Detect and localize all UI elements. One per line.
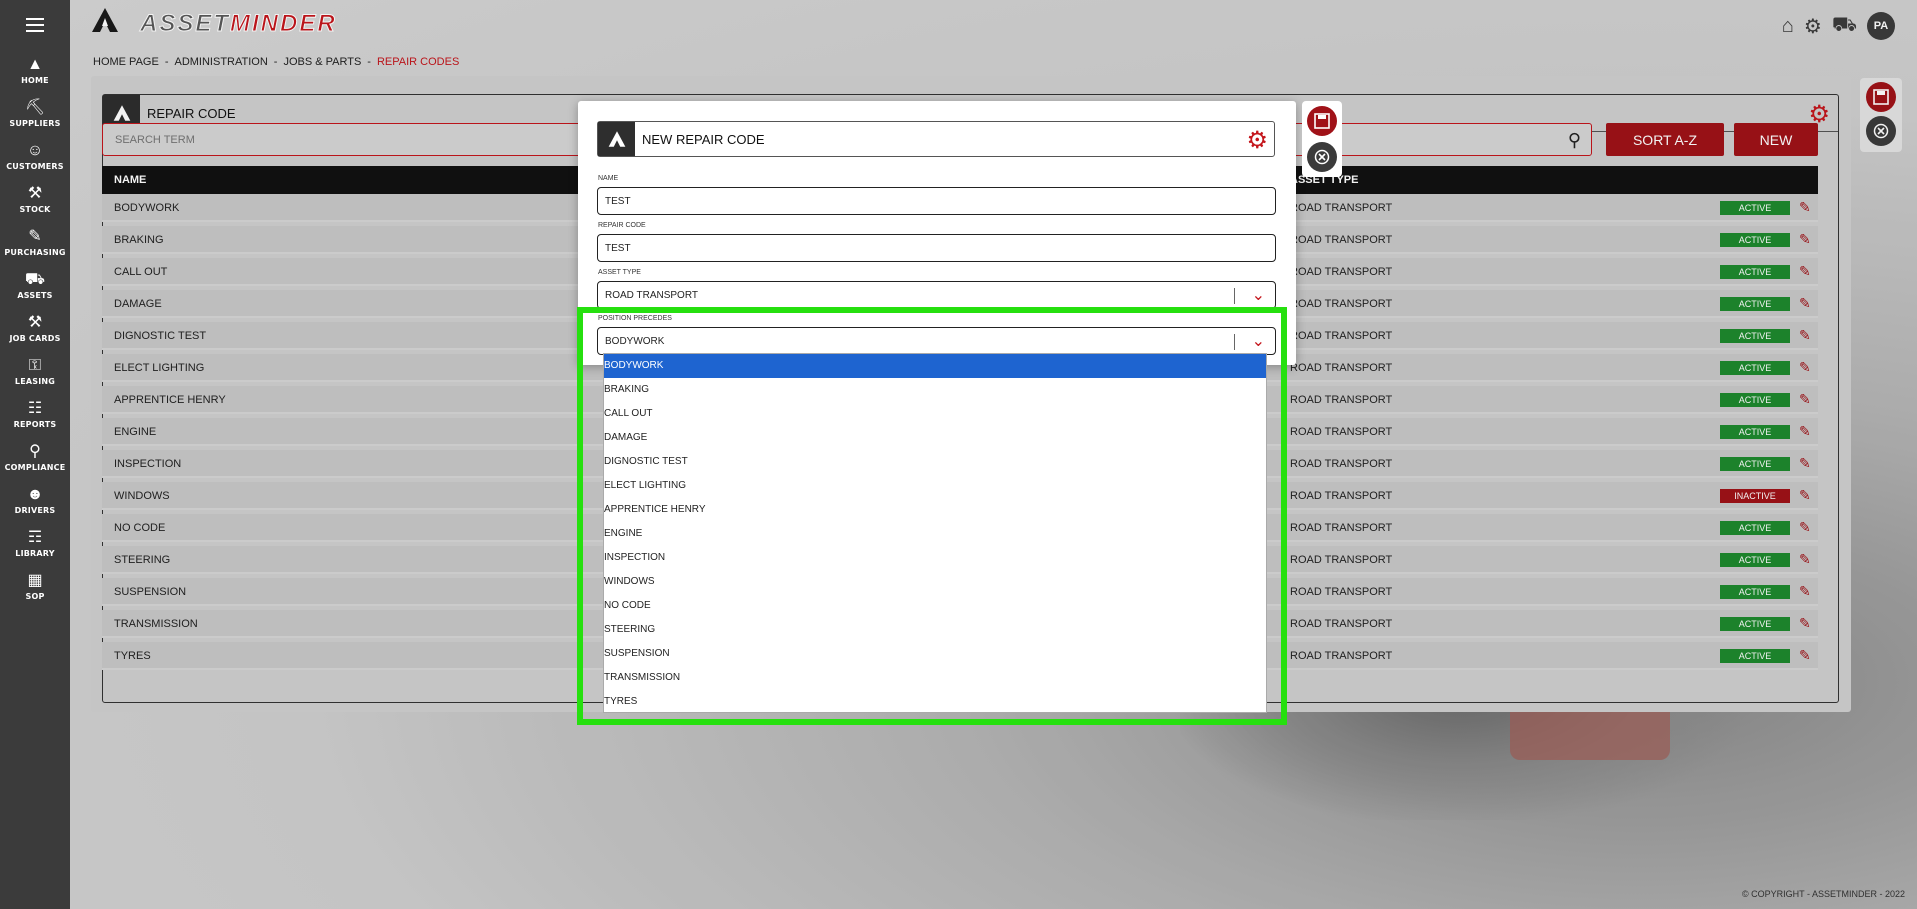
modal-close-icon[interactable] (1307, 142, 1337, 172)
asset-type-label: ASSET TYPE (598, 269, 641, 276)
sidebar-item-stock[interactable]: ⚒ STOCK (0, 185, 70, 214)
purchasing-icon: ✎ (28, 228, 42, 245)
name-field[interactable] (598, 188, 1275, 214)
sidebar-item-customers[interactable]: ☺ CUSTOMERS (0, 142, 70, 171)
repair-code-label: REPAIR CODE (598, 222, 646, 229)
menu-icon[interactable] (26, 18, 44, 32)
sidebar-item-purchasing[interactable]: ✎ PURCHASING (0, 228, 70, 257)
sidebar-item-reports[interactable]: ☷ REPORTS (0, 400, 70, 429)
clipboard-icon: ☷ (27, 400, 43, 417)
sidebar-item-home[interactable]: ▲ HOME (0, 56, 70, 85)
sidebar-item-label: REPORTS (13, 420, 57, 429)
asset-type-select[interactable]: ROAD TRANSPORT ⌄ (597, 281, 1276, 309)
repair-code-field[interactable] (598, 235, 1275, 261)
sidebar-item-job-cards[interactable]: ⚒ JOB CARDS (0, 314, 70, 343)
campfire-icon: ▲ (27, 56, 43, 73)
modal-title: NEW REPAIR CODE (642, 132, 765, 147)
sidebar-item-sop[interactable]: ▦ SOP (0, 572, 70, 601)
sidebar-item-label: SOP (25, 592, 45, 601)
supplier-icon: ⛏ (24, 99, 46, 116)
key-icon: ⚿ (28, 357, 42, 374)
highlight-box (577, 307, 1287, 725)
sidebar-item-label: COMPLIANCE (4, 463, 66, 472)
customers-icon: ☺ (26, 142, 44, 159)
truck-icon: ⛟ (24, 271, 46, 288)
sidebar-item-label: STOCK (19, 205, 51, 214)
sidebar-item-label: LEASING (14, 377, 56, 386)
driver-icon: ☻ (26, 486, 44, 503)
modal-actions (1302, 101, 1342, 177)
asset-type-value: ROAD TRANSPORT (605, 290, 698, 301)
sidebar-item-label: DRIVERS (14, 506, 56, 515)
wrench-icon: ⚒ (27, 314, 43, 331)
select-divider (1234, 288, 1235, 304)
magnifier-icon: ⚲ (29, 443, 41, 460)
sidebar-item-compliance[interactable]: ⚲ COMPLIANCE (0, 443, 70, 472)
sidebar-item-leasing[interactable]: ⚿ LEASING (0, 357, 70, 386)
sidebar-item-label: JOB CARDS (9, 334, 61, 343)
sidebar-item-label: ASSETS (17, 291, 53, 300)
sidebar-item-label: SUPPLIERS (9, 119, 61, 128)
modal-logo-icon (598, 122, 635, 156)
sidebar-item-library[interactable]: ☶ LIBRARY (0, 529, 70, 558)
sidebar-item-label: HOME (21, 76, 49, 85)
sop-icon: ▦ (27, 572, 43, 589)
tools-icon: ⚒ (27, 185, 43, 202)
sidebar-item-assets[interactable]: ⛟ ASSETS (0, 271, 70, 300)
sidebar-item-suppliers[interactable]: ⛏ SUPPLIERS (0, 99, 70, 128)
sidebar-item-drivers[interactable]: ☻ DRIVERS (0, 486, 70, 515)
name-label: NAME (598, 175, 619, 182)
modal-gear-icon[interactable]: ⚙ (1246, 126, 1268, 155)
chevron-down-icon[interactable]: ⌄ (1252, 285, 1265, 305)
modal-header: NEW REPAIR CODE ⚙ (597, 121, 1275, 157)
sidebar-item-label: CUSTOMERS (6, 162, 64, 171)
sidebar-item-label: PURCHASING (4, 248, 66, 257)
book-icon: ☶ (27, 529, 43, 546)
modal-save-icon[interactable] (1307, 106, 1337, 136)
sidebar: ▲ HOME ⛏ SUPPLIERS ☺ CUSTOMERS ⚒ STOCK ✎ PURCHASI… (0, 0, 70, 909)
repair-code-field-wrap (597, 234, 1276, 262)
name-field-wrap (597, 187, 1276, 215)
sidebar-item-label: LIBRARY (15, 549, 55, 558)
